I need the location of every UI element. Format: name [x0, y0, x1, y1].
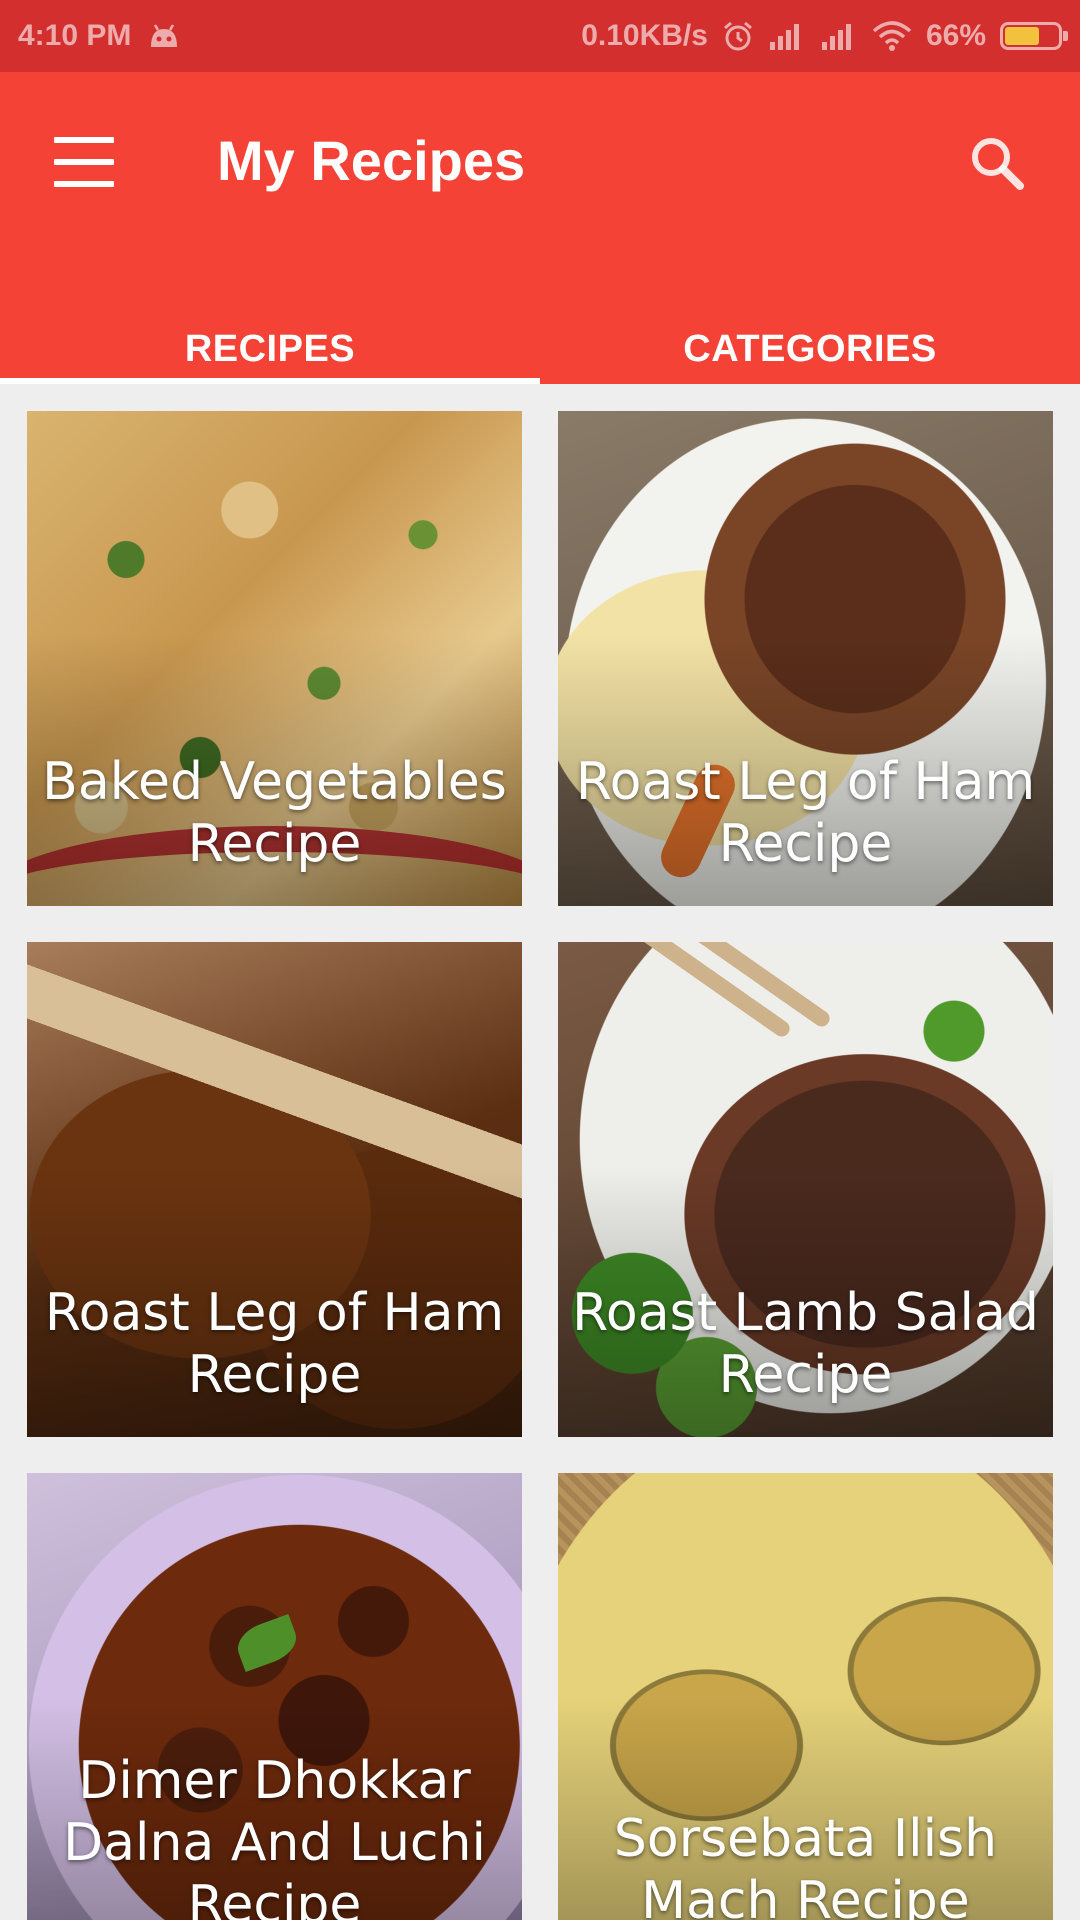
tab-bar: RECIPES CATEGORIES — [0, 310, 1080, 384]
recipe-title: Roast Leg of Ham Recipe — [575, 752, 1036, 874]
recipe-title: Baked Vegetables Recipe — [42, 752, 507, 874]
status-left: 4:10 PM — [18, 19, 181, 53]
signal-icon — [768, 22, 806, 50]
battery-percent: 66% — [925, 19, 986, 52]
status-time: 4:10 PM — [18, 19, 132, 52]
recipe-card[interactable]: Sorsebata Ilish Mach Recipe — [558, 1473, 1053, 1920]
tab-recipes-label: RECIPES — [184, 328, 356, 370]
page-title: My Recipes — [217, 129, 526, 192]
status-right: 0.10KB/s 66% — [581, 19, 1068, 53]
recipe-card[interactable]: Roast Leg of Ham Recipe — [27, 942, 522, 1437]
wifi-icon — [872, 21, 912, 51]
recipe-title: Roast Leg of Ham Recipe — [44, 1283, 505, 1405]
recipe-card[interactable]: Roast Lamb Salad Recipe — [558, 942, 1053, 1437]
recipe-title: Sorsebata Ilish Mach Recipe — [613, 1809, 998, 1920]
alarm-icon — [722, 20, 754, 52]
battery-charging-icon — [1000, 22, 1068, 50]
recipe-grid: Baked Vegetables Recipe Roast Leg of Ham… — [27, 411, 1053, 1920]
signal-icon — [820, 22, 858, 50]
app-bar: My Recipes RECIPES CATEGORIES — [0, 72, 1080, 384]
recipe-card[interactable]: Dimer Dhokkar Dalna And Luchi Recipe — [27, 1473, 522, 1920]
recipe-title: Dimer Dhokkar Dalna And Luchi Recipe — [63, 1751, 486, 1920]
tab-categories-label: CATEGORIES — [683, 328, 937, 370]
tab-categories[interactable]: CATEGORIES — [540, 310, 1080, 384]
status-bar: 4:10 PM 0.10KB/s 66% — [0, 0, 1080, 72]
recipe-card[interactable]: Baked Vegetables Recipe — [27, 411, 522, 906]
battery-level — [1005, 27, 1039, 45]
menu-icon[interactable] — [54, 137, 114, 187]
search-icon[interactable] — [962, 128, 1032, 198]
recipe-title: Roast Lamb Salad Recipe — [572, 1283, 1039, 1405]
tab-recipes[interactable]: RECIPES — [0, 310, 540, 384]
network-speed: 0.10KB/s — [581, 19, 708, 52]
android-debug-icon — [147, 23, 181, 49]
recipe-card[interactable]: Roast Leg of Ham Recipe — [558, 411, 1053, 906]
